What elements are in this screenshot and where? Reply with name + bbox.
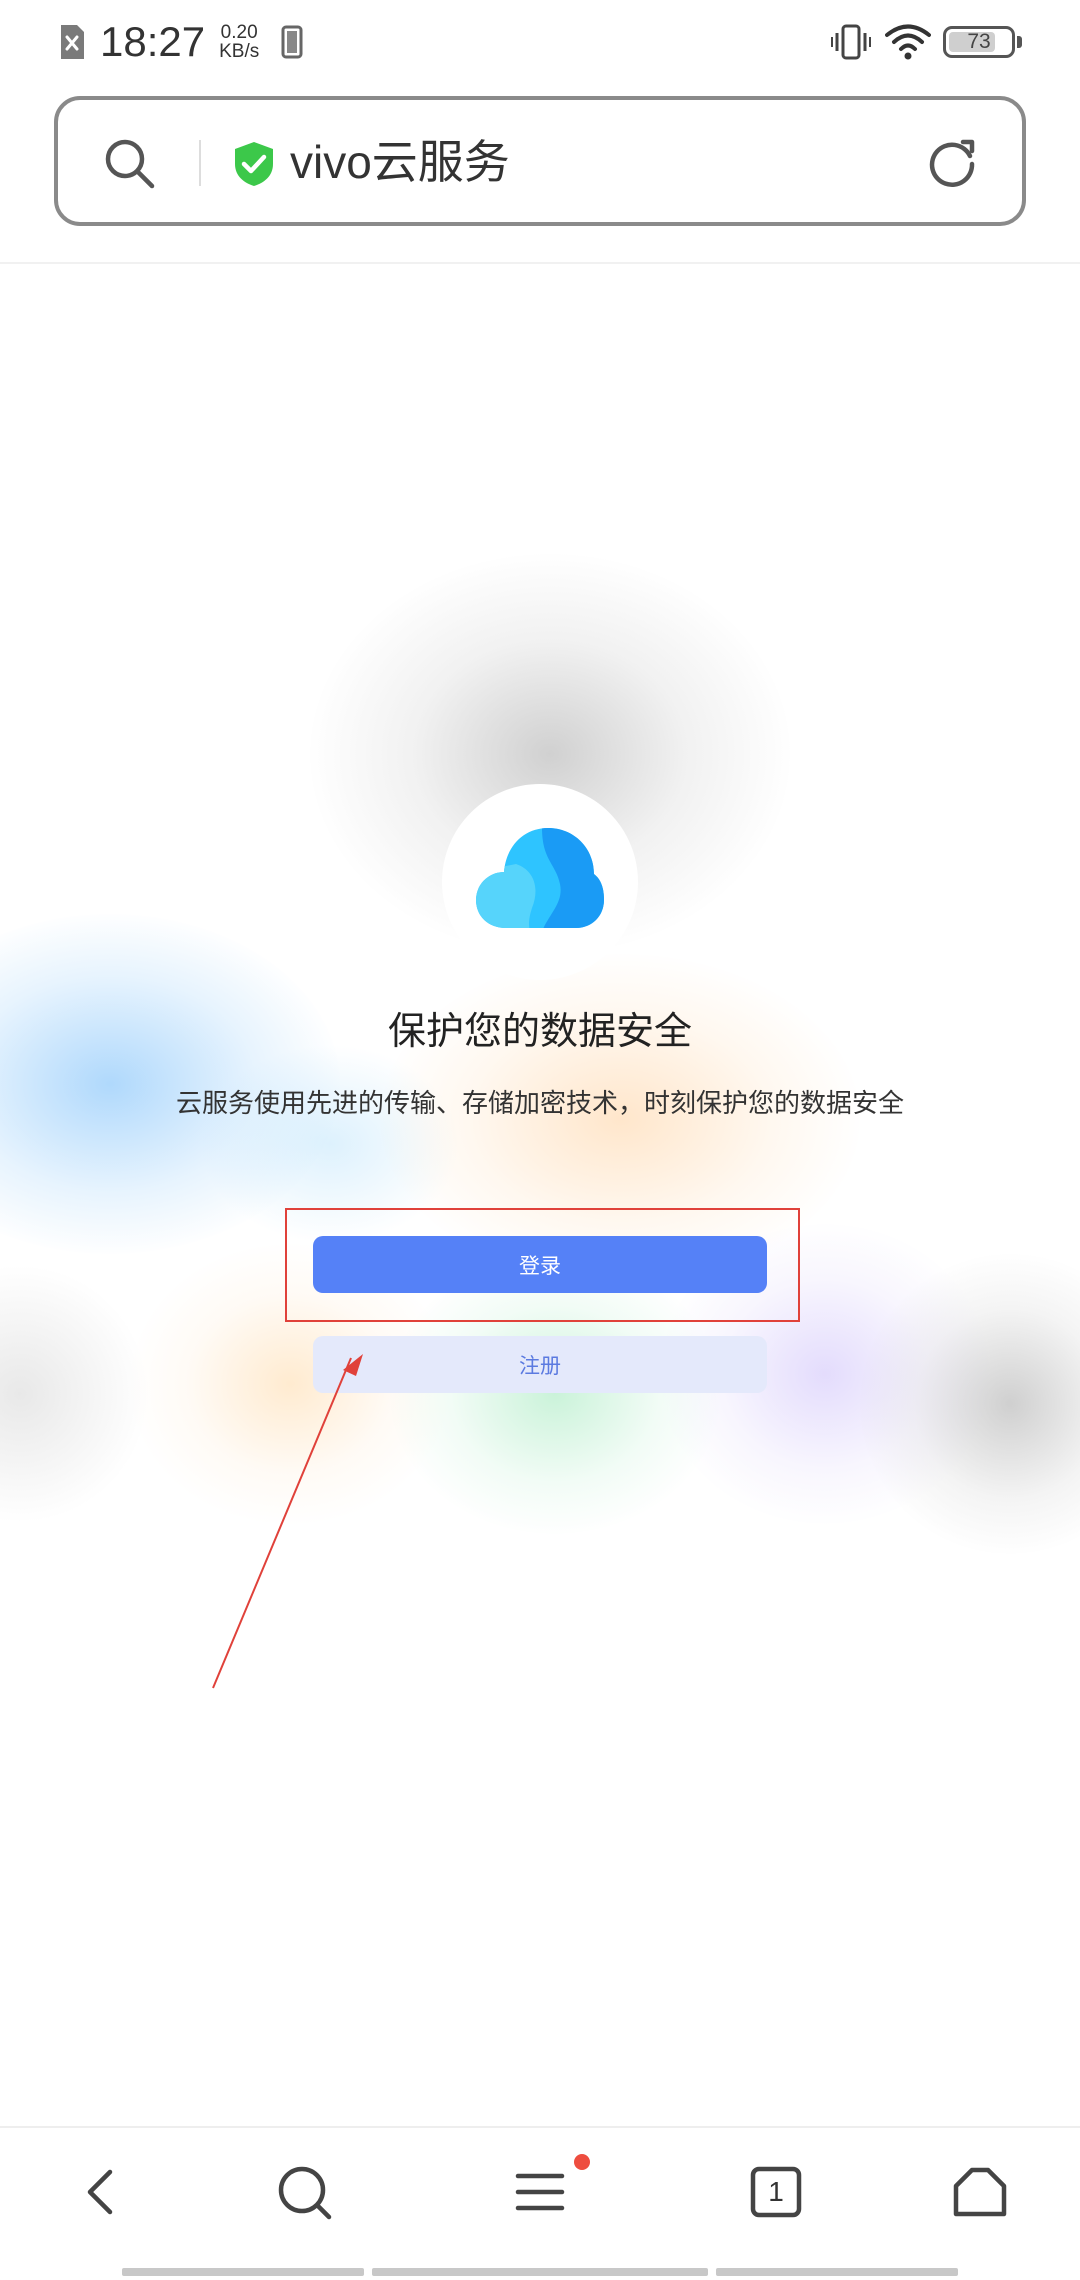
cloud-logo: [442, 784, 638, 980]
search-icon[interactable]: [274, 2162, 334, 2222]
battery-percent: 73: [967, 30, 991, 53]
page-title: vivo云服务: [290, 136, 510, 188]
battery-tip: [1017, 36, 1022, 48]
gesture-bar-center[interactable]: [372, 2268, 708, 2276]
network-speed-value: 0.20: [220, 22, 258, 43]
address-bar-divider: [199, 140, 201, 186]
login-button[interactable]: 登录: [313, 1236, 767, 1293]
network-speed: 0.20 KB/s: [219, 23, 259, 61]
subline: 云服务使用先进的传输、存储加密技术，时刻保护您的数据安全: [175, 1088, 904, 1118]
refresh-icon[interactable]: [924, 134, 980, 190]
back-icon[interactable]: [72, 2162, 132, 2222]
phone-icon: [281, 25, 303, 59]
main-content: 保护您的数据安全 云服务使用先进的传输、存储加密技术，时刻保护您的数据安全 登录…: [0, 264, 1080, 2126]
notification-dot: [574, 2154, 590, 2170]
status-bar-left: 18:27 0.20 KB/s: [58, 18, 303, 66]
gesture-bar-right[interactable]: [716, 2268, 958, 2276]
sim-off-icon: [61, 25, 84, 59]
battery-body: 73: [943, 26, 1015, 58]
tabs-button[interactable]: 1: [746, 2162, 806, 2222]
background-blur: [0, 1264, 150, 1524]
shield-check-icon: [235, 142, 273, 186]
search-icon[interactable]: [102, 136, 156, 190]
vibrate-icon: [831, 24, 871, 60]
network-speed-unit: KB/s: [219, 41, 260, 62]
tab-count: 1: [768, 2176, 784, 2207]
address-bar[interactable]: vivo云服务: [54, 96, 1026, 226]
headline: 保护您的数据安全: [387, 1011, 692, 1053]
home-icon[interactable]: [950, 2162, 1010, 2222]
battery-icon: 73: [943, 26, 1022, 58]
status-bar: 18:27 0.20 KB/s 73: [0, 0, 1080, 84]
menu-icon[interactable]: [510, 2162, 570, 2222]
wifi-icon: [885, 24, 931, 60]
status-bar-right: 73: [831, 18, 1022, 66]
cloud-icon: [476, 828, 604, 928]
bottom-nav: 1: [0, 2128, 1080, 2266]
status-time: 18:27: [100, 18, 206, 65]
register-button[interactable]: 注册: [313, 1336, 767, 1393]
gesture-bar-left[interactable]: [122, 2268, 364, 2276]
